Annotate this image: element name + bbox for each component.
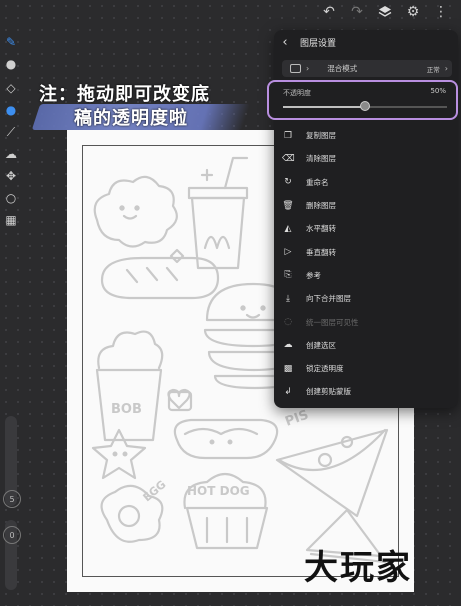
opacity-fill <box>283 106 365 108</box>
opacity-label: 不透明度 <box>283 89 311 97</box>
menu-item[interactable]: ☁ 创建选区 <box>282 334 452 357</box>
shape-tool-icon[interactable]: ○ <box>3 190 19 206</box>
reference-icon: ⎘ <box>284 270 292 281</box>
menu-item[interactable]: ▷ 垂直翻转 <box>282 240 452 263</box>
eraser-tool-icon[interactable]: ◇ <box>3 80 19 96</box>
menu-item-label: 创建选区 <box>306 340 336 350</box>
pizza-text: PIS <box>283 408 310 430</box>
menu-item[interactable]: ↻ 重命名 <box>282 171 452 194</box>
menu-item[interactable]: ❐ 复制图层 <box>282 124 452 147</box>
smudge-tool-icon[interactable]: ⟋ <box>3 124 19 140</box>
pen-tool-icon[interactable]: ✎ <box>3 34 19 50</box>
menu-item[interactable]: ⌫ 清除图层 <box>282 147 452 170</box>
selection-icon: ☁ <box>283 340 293 351</box>
menu-item[interactable]: ⤓ 向下合并图层 <box>282 287 452 310</box>
menu-item-label: 水平翻转 <box>306 224 336 234</box>
back-chevron-icon[interactable]: ‹ <box>274 35 296 50</box>
blend-mode-value: 正常 <box>426 65 440 74</box>
clip-mask-icon: ↲ <box>284 386 292 397</box>
watermark-text: 大玩家 <box>304 548 412 588</box>
egg-text: EGG <box>141 478 169 504</box>
layer-actions-menu: ❐ 复制图层 ⌫ 清除图层 ↻ 重命名 🗑 删除图层 ◭ 水平翻转 ▷ 垂直翻转 ⎘ 参考 ⤓ 向下合并图层 ◌… <box>282 124 452 404</box>
menu-item-label: 复制图层 <box>306 131 336 141</box>
menu-item[interactable]: ◭ 水平翻转 <box>282 217 452 240</box>
menu-item-label: 删除图层 <box>306 201 336 211</box>
left-toolbar: ✎ ● ◇ ● ⟋ ☁ ✥ ○ ▦ 5 0 <box>0 30 22 606</box>
menu-item[interactable]: ↲ 创建剪贴蒙版 <box>282 380 452 403</box>
flip-vertical-icon: ▷ <box>284 247 292 258</box>
panel-header: ‹ 图层设置 <box>274 30 458 54</box>
top-toolbar: ↶ ↷ ⚙ ⋮ <box>321 0 461 24</box>
merge-down-icon: ⤓ <box>286 293 290 304</box>
menu-item-label: 锁定透明度 <box>306 364 344 374</box>
eraser-icon: ⌫ <box>282 153 295 164</box>
rename-icon: ↻ <box>284 177 292 188</box>
layer-toggle-icon[interactable] <box>290 64 301 73</box>
menu-item[interactable]: ▩ 锁定透明度 <box>282 357 452 380</box>
menu-item: ◌ 统一图层可见性 <box>282 310 452 333</box>
menu-item-label: 创建剪贴蒙版 <box>306 387 351 397</box>
lock-alpha-icon: ▩ <box>283 363 293 374</box>
blend-mode-label: 混合模式 <box>327 64 358 73</box>
menu-item-label: 向下合并图层 <box>306 294 351 304</box>
menu-item-label: 垂直翻转 <box>306 247 336 257</box>
grid-tool-icon[interactable]: ▦ <box>3 212 19 228</box>
trash-icon: 🗑 <box>282 200 294 211</box>
settings-icon[interactable]: ⚙ <box>405 4 421 20</box>
blend-mode-row[interactable]: › 混合模式 正常 › <box>282 60 452 77</box>
redo-icon[interactable]: ↷ <box>349 4 365 20</box>
color-picker-icon[interactable]: ● <box>3 102 19 118</box>
brush-tool-icon[interactable]: ● <box>3 56 19 72</box>
hotdog-text: HOT DOG <box>187 484 250 498</box>
visibility-icon: ◌ <box>284 317 292 328</box>
duplicate-icon: ❐ <box>283 130 293 141</box>
menu-item-label: 统一图层可见性 <box>306 317 359 327</box>
opacity-control: 不透明度 50% <box>267 80 458 120</box>
layers-icon[interactable] <box>377 4 393 20</box>
menu-item[interactable]: ⎘ 参考 <box>282 264 452 287</box>
move-tool-icon[interactable]: ✥ <box>3 168 19 184</box>
annotation-line-1: 注：拖动即可改变底 <box>39 84 210 105</box>
opacity-slider-thumb[interactable] <box>360 101 370 111</box>
brush-opacity-badge: 0 <box>3 526 21 544</box>
menu-item-label: 重命名 <box>306 177 329 187</box>
bob-text: BOB <box>111 402 142 417</box>
opacity-value: 50% <box>430 87 446 95</box>
menu-item-label: 清除图层 <box>306 154 336 164</box>
menu-item-label: 参考 <box>306 270 321 280</box>
flip-horizontal-icon: ◭ <box>284 223 292 234</box>
panel-title: 图层设置 <box>300 38 337 49</box>
lasso-tool-icon[interactable]: ☁ <box>3 146 19 162</box>
menu-item[interactable]: 🗑 删除图层 <box>282 194 452 217</box>
more-icon[interactable]: ⋮ <box>433 4 449 20</box>
chevron-right-icon: › <box>306 64 310 73</box>
undo-icon[interactable]: ↶ <box>321 4 337 20</box>
brush-size-badge: 5 <box>3 490 21 508</box>
chevron-right-icon: › <box>444 64 448 73</box>
annotation-line-2: 稿的透明度啦 <box>74 108 188 129</box>
